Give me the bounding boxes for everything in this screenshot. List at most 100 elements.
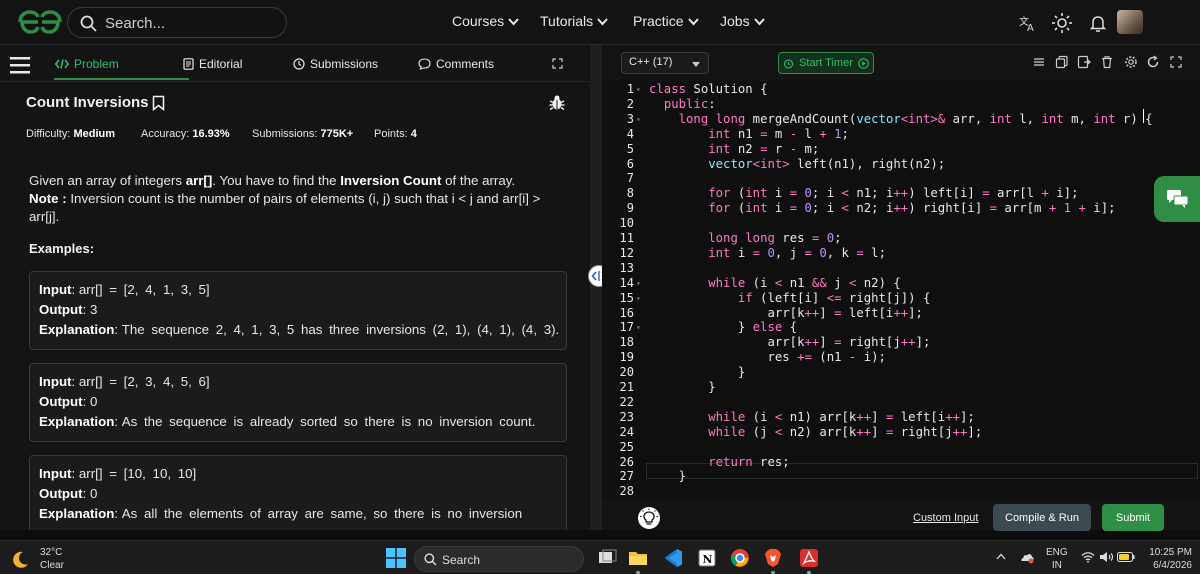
custom-input-link[interactable]: Custom Input: [913, 512, 978, 524]
wifi-icon[interactable]: [1081, 551, 1095, 563]
line-number-gutter: 1 ▾ 2 3 ▾ 4 5 6 7 8 9 10 11 12 13 14 ▾ 15 ▾ 16 17 ▾ 18 19 20 21 22…: [602, 81, 646, 499]
start-timer-button[interactable]: Start Timer: [778, 52, 874, 74]
dropdown-caret-icon: [692, 62, 700, 67]
difficulty-meta: Difficulty: Medium: [26, 128, 115, 140]
tab-editorial[interactable]: Editorial: [183, 57, 242, 71]
nav-tutorials[interactable]: Tutorials: [540, 13, 608, 29]
nav-jobs[interactable]: Jobs: [720, 13, 765, 29]
tab-comments[interactable]: Comments: [418, 57, 494, 71]
nav-practice-label: Practice: [633, 13, 684, 29]
example-box: Input: arr[] = [2, 3, 4, 5, 6] Output: 0…: [29, 363, 567, 442]
language-value: C++ (17): [629, 56, 673, 68]
input-value: arr[] = [2, 3, 4, 5, 6]: [78, 374, 210, 389]
gfg-logo-icon[interactable]: [16, 8, 64, 36]
clock-time: 10:25 PM: [1149, 547, 1192, 558]
fold-arrow-icon[interactable]: ▾: [636, 115, 641, 124]
examples-heading: Examples:: [29, 241, 95, 256]
acrobat-reader-icon[interactable]: [798, 547, 820, 569]
code-line: }: [649, 365, 746, 380]
fold-arrow-icon[interactable]: ▾: [636, 279, 641, 288]
fold-arrow-icon[interactable]: ▾: [636, 85, 641, 94]
fold-arrow-icon[interactable]: ▾: [636, 294, 641, 303]
search-placeholder: Search...: [105, 15, 166, 32]
copy-icon[interactable]: [1055, 55, 1069, 69]
output-value: 3: [89, 302, 98, 317]
accuracy-value: 16.93%: [192, 128, 230, 140]
line-number: 4: [626, 126, 634, 141]
vscode-icon[interactable]: [662, 547, 684, 569]
language-indicator[interactable]: ENG IN: [1046, 546, 1068, 572]
clock[interactable]: 10:25 PM 6/4/2026: [1146, 546, 1192, 572]
nav-practice[interactable]: Practice: [633, 13, 699, 29]
input-value: arr[] = [10, 10, 10]: [78, 466, 197, 481]
file-explorer-icon[interactable]: [627, 547, 649, 569]
nav-jobs-label: Jobs: [720, 13, 750, 29]
line-number: 28: [619, 484, 634, 499]
bell-icon[interactable]: [1087, 12, 1109, 34]
reset-icon[interactable]: [1146, 55, 1160, 69]
svg-text:A: A: [1027, 23, 1034, 34]
chevron-down-icon: [508, 18, 519, 26]
bug-report-icon[interactable]: [549, 94, 565, 111]
tab-submissions[interactable]: Submissions: [293, 57, 378, 71]
fullscreen-icon[interactable]: [1169, 55, 1183, 69]
accuracy-label: Accuracy:: [141, 128, 190, 140]
explanation-label: Explanation: [39, 506, 115, 521]
settings-gear-icon[interactable]: [1124, 55, 1138, 69]
code-editor[interactable]: 1 ▾ 2 3 ▾ 4 5 6 7 8 9 10 11 12 13 14 ▾ 15 ▾ 16 17 ▾ 18 19 20 21 22…: [602, 81, 1200, 499]
code-line: while (i < n1 && j < n2) {: [708, 275, 901, 290]
delete-icon[interactable]: [1100, 55, 1114, 69]
document-icon: [183, 58, 194, 70]
line-number: 13: [619, 260, 634, 275]
cloud-status-icon[interactable]: [1019, 550, 1035, 564]
theme-toggle-icon[interactable]: [1051, 12, 1073, 34]
explanation-label: Explanation: [39, 322, 115, 337]
export-icon[interactable]: [1077, 55, 1091, 69]
battery-icon[interactable]: [1117, 552, 1135, 562]
tab-problem[interactable]: Problem: [55, 57, 119, 71]
search-input[interactable]: Search...: [67, 7, 287, 38]
chrome-icon[interactable]: [729, 547, 751, 569]
nav-courses[interactable]: Courses: [452, 13, 519, 29]
code-icon: [55, 59, 69, 69]
notion-icon[interactable]: N: [696, 547, 718, 569]
translate-icon[interactable]: 文A: [1017, 12, 1039, 34]
top-navbar: Search... Courses Tutorials Practice Job…: [0, 0, 1200, 45]
list-icon[interactable]: [1032, 55, 1046, 69]
windows-start-icon[interactable]: [386, 548, 406, 568]
line-number: 5: [626, 141, 634, 156]
submit-button[interactable]: Submit: [1102, 504, 1164, 531]
chat-button[interactable]: [1154, 176, 1200, 222]
difficulty-label: Difficulty:: [26, 128, 71, 140]
line-number: 23: [619, 409, 634, 424]
output-label: Output: [39, 394, 83, 409]
line-number: 21: [619, 380, 634, 394]
input-label: Input: [39, 466, 72, 481]
search-icon: [80, 15, 97, 32]
compile-run-button[interactable]: Compile & Run: [993, 504, 1091, 531]
code-line: return res;: [708, 454, 790, 469]
chevron-up-icon[interactable]: [996, 553, 1006, 560]
hint-button[interactable]: [638, 507, 660, 529]
alarm-clock-icon: [784, 58, 794, 69]
moon-icon: [13, 551, 28, 568]
explanation-value: As the sequence is already sorted so the…: [121, 414, 536, 429]
code-line: vector<int> left(n1), right(n2);: [708, 156, 946, 171]
submit-label: Submit: [1115, 511, 1151, 524]
fold-arrow-icon[interactable]: ▾: [636, 323, 641, 332]
volume-icon[interactable]: [1099, 551, 1114, 563]
taskbar-search[interactable]: Search: [414, 546, 584, 572]
bookmark-icon[interactable]: [152, 95, 165, 111]
line-number: 2: [626, 96, 634, 111]
language-select[interactable]: C++ (17): [621, 52, 709, 74]
expand-icon[interactable]: [552, 58, 563, 69]
difficulty-value: Medium: [73, 128, 116, 140]
task-view-icon[interactable]: [596, 547, 618, 569]
line-number: 20: [619, 365, 634, 380]
points-label: Points:: [374, 128, 408, 140]
chevron-down-icon: [597, 18, 608, 26]
brave-browser-icon[interactable]: [762, 547, 784, 569]
hamburger-menu-icon[interactable]: [10, 56, 30, 74]
avatar[interactable]: [1117, 10, 1143, 34]
submissions-meta: Submissions: 775K+: [252, 128, 353, 140]
